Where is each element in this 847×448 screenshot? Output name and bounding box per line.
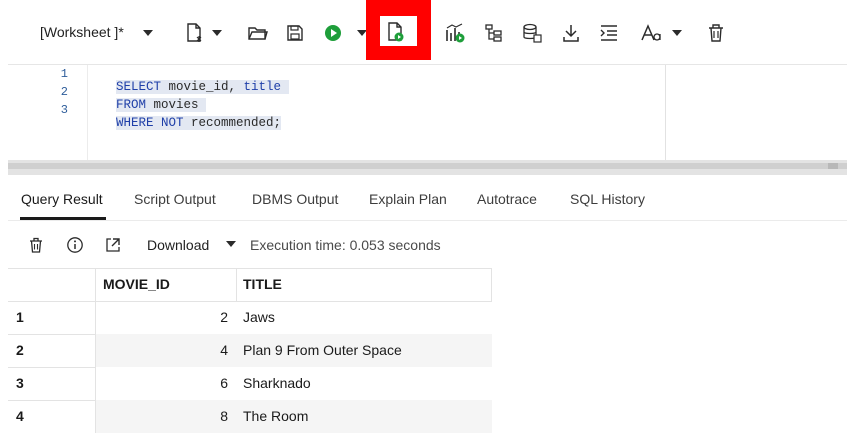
open-folder-icon[interactable]	[246, 22, 268, 44]
new-file-icon[interactable]	[183, 22, 205, 44]
explain-plan-icon[interactable]	[483, 22, 505, 44]
line-number-gutter: 1 2 3	[8, 65, 88, 161]
column-header-movie-id[interactable]: MOVIE_ID	[96, 268, 236, 301]
info-icon[interactable]	[66, 236, 84, 254]
tab-query-result[interactable]: Query Result	[21, 191, 103, 207]
tab-sql-history[interactable]: SQL History	[570, 191, 645, 207]
cell-movie-id[interactable]: 2	[96, 301, 236, 334]
query-result-grid: MOVIE_ID TITLE 1 2 Jaws 2 4 Plan 9 From …	[8, 268, 492, 433]
sql-tuning-icon[interactable]	[521, 22, 543, 44]
chevron-down-icon[interactable]	[226, 241, 236, 247]
horizontal-scrollbar[interactable]	[8, 163, 847, 169]
open-external-icon[interactable]	[104, 236, 122, 254]
tab-autotrace[interactable]: Autotrace	[477, 191, 537, 207]
row-number: 3	[16, 375, 24, 391]
tab-explain-plan[interactable]: Explain Plan	[369, 191, 447, 207]
row-number: 4	[16, 408, 24, 424]
tab-dbms-output[interactable]: DBMS Output	[252, 191, 338, 207]
column-header-title[interactable]: TITLE	[236, 268, 492, 301]
line-number: 3	[60, 103, 68, 117]
trash-icon[interactable]	[27, 236, 45, 254]
cell-movie-id[interactable]: 4	[96, 334, 236, 367]
tab-script-output[interactable]: Script Output	[134, 191, 216, 207]
cell-movie-id[interactable]: 8	[96, 400, 236, 433]
row-number: 2	[16, 342, 24, 358]
cell-title[interactable]: Jaws	[236, 301, 492, 334]
chevron-down-icon[interactable]	[143, 30, 153, 36]
download-button[interactable]: Download	[147, 237, 209, 253]
cell-title[interactable]: Sharknado	[236, 367, 492, 400]
download-icon[interactable]	[560, 22, 582, 44]
scrollbar-thumb[interactable]	[828, 163, 838, 169]
sql-keyword: WHERE NOT	[116, 116, 184, 130]
format-icon[interactable]	[598, 22, 620, 44]
cell-title[interactable]: The Room	[236, 400, 492, 433]
sql-editor[interactable]: 1 2 3 SELECT movie_id, title FROM movies…	[8, 64, 847, 161]
line-number: 2	[60, 85, 68, 99]
sql-keyword: title	[243, 80, 282, 94]
tabs-divider	[8, 220, 847, 221]
save-icon[interactable]	[284, 22, 306, 44]
run-script-icon[interactable]	[385, 21, 407, 43]
code-line[interactable]: WHERE NOT recommended;	[86, 102, 282, 144]
row-number: 1	[16, 309, 24, 325]
font-icon[interactable]	[640, 22, 662, 44]
execution-time: Execution time: 0.053 seconds	[250, 237, 441, 253]
line-number: 1	[60, 67, 68, 81]
cell-title[interactable]: Plan 9 From Outer Space	[236, 334, 492, 367]
worksheet-toolbar: [Worksheet ]*	[0, 0, 847, 64]
chevron-down-icon[interactable]	[672, 30, 682, 36]
worksheet-selector-label[interactable]: [Worksheet ]*	[40, 24, 124, 40]
run-icon[interactable]	[322, 22, 344, 44]
chevron-down-icon[interactable]	[212, 30, 222, 36]
delete-icon[interactable]	[705, 22, 727, 44]
editor-vertical-divider	[665, 65, 666, 161]
autotrace-icon[interactable]	[444, 22, 466, 44]
pane-splitter[interactable]	[8, 160, 847, 175]
cell-movie-id[interactable]: 6	[96, 367, 236, 400]
sql-identifier: recommended;	[183, 116, 282, 130]
